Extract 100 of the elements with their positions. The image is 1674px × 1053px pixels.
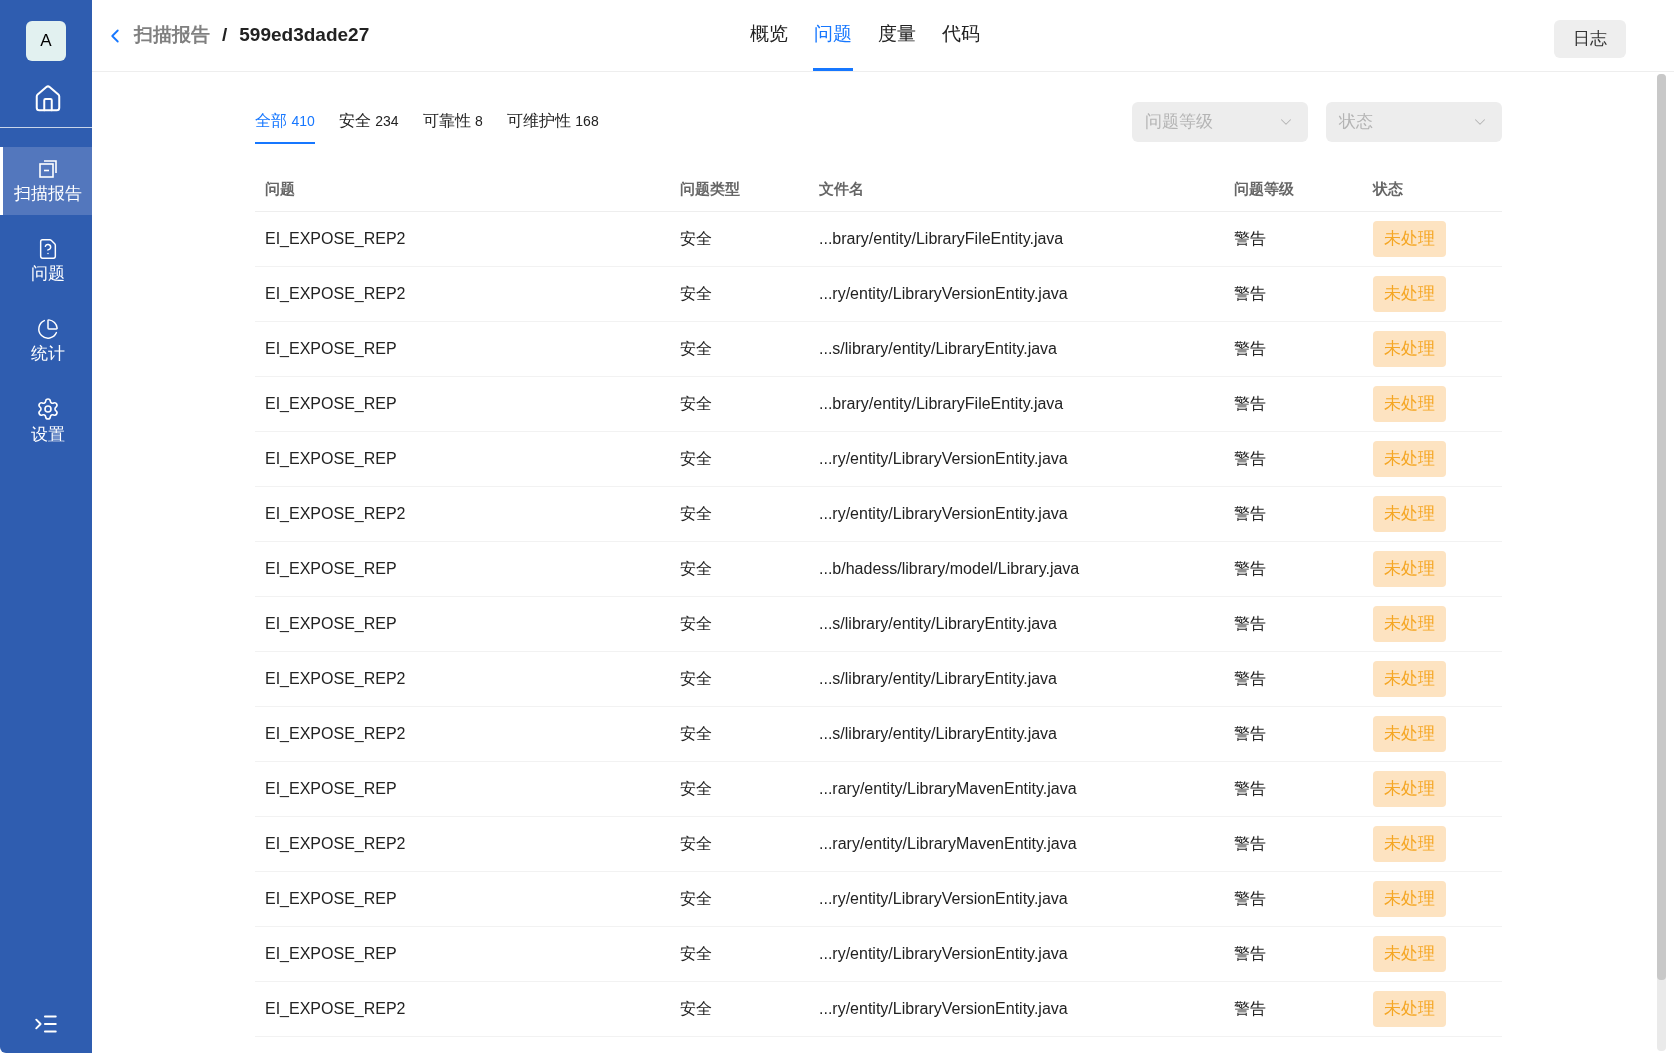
column-header: 问题等级: [1234, 180, 1294, 198]
status-badge: 未处理: [1373, 991, 1446, 1027]
table-cell: 安全: [680, 560, 712, 577]
table-cell: 警告: [1234, 780, 1266, 797]
nav-tab[interactable]: 代码: [941, 0, 981, 71]
table-cell: 警告: [1234, 1000, 1266, 1017]
nav-tab[interactable]: 度量: [877, 0, 917, 71]
table-cell: 安全: [680, 285, 712, 302]
table-cell: EI_EXPOSE_REP: [265, 780, 397, 797]
table-cell: ...rary/entity/LibraryMavenEntity.java: [819, 835, 1077, 852]
status-badge: 未处理: [1373, 661, 1446, 697]
status-badge: 未处理: [1373, 386, 1446, 422]
pie-chart-icon: [36, 317, 59, 340]
table-cell: 警告: [1234, 670, 1266, 687]
table-cell: ...b/hadess/library/model/Library.java: [819, 560, 1080, 577]
status-badge: 未处理: [1373, 881, 1446, 917]
category-tab[interactable]: 可维护性 168: [506, 100, 599, 144]
category-tab[interactable]: 全部 410: [255, 100, 315, 144]
table-cell: 安全: [680, 670, 712, 687]
table-cell: 安全: [680, 890, 712, 907]
sidebar-item[interactable]: 设置: [0, 387, 92, 455]
status-badge: 未处理: [1373, 276, 1446, 312]
table-cell: ...ry/entity/LibraryVersionEntity.java: [819, 1000, 1068, 1017]
sidebar-item[interactable]: 扫描报告: [0, 147, 92, 215]
table-cell: EI_EXPOSE_REP: [265, 890, 397, 907]
status-badge: 未处理: [1373, 826, 1446, 862]
table-cell: ...s/library/entity/LibraryEntity.java: [819, 615, 1057, 632]
avatar[interactable]: A: [26, 21, 66, 61]
table-cell: 警告: [1234, 560, 1266, 577]
page-title: 599ed3dade27: [239, 23, 370, 48]
status-badge: 未处理: [1373, 936, 1446, 972]
status-badge: 未处理: [1373, 716, 1446, 752]
table-cell: 安全: [680, 340, 712, 357]
table-cell: EI_EXPOSE_REP: [265, 615, 397, 632]
table-cell: EI_EXPOSE_REP: [265, 945, 397, 962]
status-badge: 未处理: [1373, 441, 1446, 477]
breadcrumb-link[interactable]: 扫描报告: [134, 21, 210, 50]
nav-tab[interactable]: 概览: [749, 0, 789, 71]
table-cell: 安全: [680, 1000, 712, 1017]
sidebar-item[interactable]: 统计: [0, 307, 92, 375]
table-cell: EI_EXPOSE_REP: [265, 560, 397, 577]
status-badge: 未处理: [1373, 496, 1446, 532]
table-cell: EI_EXPOSE_REP2: [265, 285, 406, 302]
table-cell: 安全: [680, 230, 712, 247]
breadcrumb-separator: /: [221, 23, 229, 48]
document-stack-icon: [36, 157, 59, 180]
table-cell: EI_EXPOSE_REP: [265, 395, 397, 412]
column-header: 问题类型: [680, 180, 740, 198]
table-cell: EI_EXPOSE_REP: [265, 450, 397, 467]
table-cell: ...ry/entity/LibraryVersionEntity.java: [819, 450, 1068, 467]
table-cell: EI_EXPOSE_REP2: [265, 230, 406, 247]
table-cell: 安全: [680, 450, 712, 467]
table-cell: 警告: [1234, 340, 1266, 357]
table-cell: ...ry/entity/LibraryVersionEntity.java: [819, 945, 1068, 962]
table-cell: ...rary/entity/LibraryMavenEntity.java: [819, 780, 1077, 797]
table-cell: 警告: [1234, 945, 1266, 962]
table-cell: 警告: [1234, 835, 1266, 852]
table-cell: 警告: [1234, 890, 1266, 907]
nav-tab[interactable]: 问题: [813, 0, 853, 71]
table-cell: 警告: [1234, 285, 1266, 302]
table-cell: 警告: [1234, 450, 1266, 467]
table-cell: ...brary/entity/LibraryFileEntity.java: [819, 395, 1064, 412]
column-header: 文件名: [819, 180, 864, 198]
status-badge: 未处理: [1373, 551, 1446, 587]
table-cell: 安全: [680, 725, 712, 742]
table-cell: 安全: [680, 945, 712, 962]
settings-icon: [35, 396, 60, 421]
status-badge: 未处理: [1373, 221, 1446, 257]
table-cell: EI_EXPOSE_REP2: [265, 670, 406, 687]
table-cell: ...s/library/entity/LibraryEntity.java: [819, 670, 1057, 687]
table-cell: EI_EXPOSE_REP2: [265, 725, 406, 742]
table-cell: 安全: [680, 395, 712, 412]
table-cell: 警告: [1234, 615, 1266, 632]
category-tab[interactable]: 安全 234: [338, 100, 399, 144]
sidebar-item[interactable]: 问题: [0, 227, 92, 295]
table-cell: 警告: [1234, 230, 1266, 247]
status-badge: 未处理: [1373, 606, 1446, 642]
category-tab[interactable]: 可靠性 8: [422, 100, 483, 144]
table-cell: EI_EXPOSE_REP: [265, 340, 397, 357]
table-cell: ...ry/entity/LibraryVersionEntity.java: [819, 505, 1068, 522]
status-badge: 未处理: [1373, 771, 1446, 807]
table-cell: ...ry/entity/LibraryVersionEntity.java: [819, 890, 1068, 907]
column-header: 问题: [265, 180, 295, 198]
table-cell: 安全: [680, 615, 712, 632]
table-cell: 警告: [1234, 505, 1266, 522]
table-cell: ...s/library/entity/LibraryEntity.java: [819, 725, 1057, 742]
table-cell: 安全: [680, 780, 712, 797]
table-cell: 警告: [1234, 725, 1266, 742]
status-badge: 未处理: [1373, 331, 1446, 367]
table-cell: ...ry/entity/LibraryVersionEntity.java: [819, 285, 1068, 302]
table-cell: 警告: [1234, 395, 1266, 412]
table-cell: 安全: [680, 505, 712, 522]
table-cell: EI_EXPOSE_REP2: [265, 1000, 406, 1017]
table-cell: 安全: [680, 835, 712, 852]
log-button[interactable]: 日志: [1554, 19, 1626, 58]
table-cell: EI_EXPOSE_REP2: [265, 835, 406, 852]
table-cell: ...brary/entity/LibraryFileEntity.java: [819, 230, 1064, 247]
table-cell: ...s/library/entity/LibraryEntity.java: [819, 340, 1057, 357]
column-header: 状态: [1373, 180, 1403, 198]
table-cell: EI_EXPOSE_REP2: [265, 505, 406, 522]
